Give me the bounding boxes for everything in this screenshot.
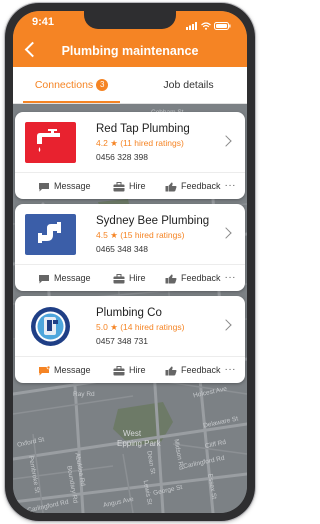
company-rating: 4.5 ★ (15 hired ratings) [96,230,185,240]
connection-card-red-tap[interactable]: Red Tap Plumbing 4.2 ★ (11 hired ratings… [15,112,245,199]
chevron-right-icon[interactable] [220,135,232,147]
message-icon [39,182,49,191]
message-icon [39,274,49,283]
star-icon: ★ [110,138,118,148]
briefcase-icon [113,365,125,375]
hire-button[interactable]: Hire [113,265,146,292]
connections-count-badge: 3 [96,79,109,91]
company-rating: 4.2 ★ (11 hired ratings) [96,138,184,148]
pipe-icon [38,222,61,243]
battery-icon [214,17,231,35]
tab-bar: Connections 3 Job details [13,67,247,104]
thumbs-up-icon [165,366,177,375]
tap-icon [37,129,60,152]
chevron-right-icon[interactable] [220,227,232,239]
map-label: Epping Park [117,439,161,448]
company-name: Sydney Bee Plumbing [96,215,210,227]
more-options-icon[interactable]: ··· [225,357,237,384]
hire-button[interactable]: Hire [113,357,146,384]
message-button[interactable]: Message [38,265,91,292]
sydney-bee-logo [25,214,76,255]
active-tab-indicator [23,101,120,103]
feedback-button[interactable]: Feedback [165,357,221,384]
thumbs-up-icon [165,182,177,191]
hire-button[interactable]: Hire [113,173,146,200]
status-time: 9:41 [32,16,55,28]
page-title: Plumbing maintenance [61,44,199,58]
tab-connections-label: Connections [34,79,94,91]
card-actions: Message Hire Feedback ··· [15,356,245,384]
connection-card-plumbing-co[interactable]: Plumbing Co 5.0 ★ (14 hired ratings) 045… [15,296,245,383]
company-rating: 5.0 ★ (14 hired ratings) [96,322,185,332]
company-phone: 0465 348 348 [96,244,148,254]
company-phone: 0457 348 731 [96,336,148,346]
signal-icon [186,17,198,35]
message-button[interactable]: Message [38,357,91,384]
status-icons [186,17,231,35]
company-phone: 0456 328 398 [96,152,148,162]
feedback-button[interactable]: Feedback [165,265,221,292]
message-unread-icon [39,365,50,375]
card-actions: Message Hire Feedback ··· [15,264,245,292]
card-actions: Message Hire Feedback ··· [15,172,245,200]
company-name: Plumbing Co [96,307,162,319]
map-label: West [123,429,142,438]
screen: Cobham St Ray Rd Holcest Ave Delaware St… [13,11,247,513]
star-icon: ★ [110,322,118,332]
star-icon: ★ [110,230,118,240]
more-options-icon[interactable]: ··· [225,173,237,200]
thumbs-up-icon [165,274,177,283]
more-options-icon[interactable]: ··· [225,265,237,292]
tab-job-details[interactable]: Job details [130,67,247,103]
briefcase-icon [113,181,125,191]
tab-job-details-label: Job details [163,79,214,91]
map-label: Ray Rd [73,391,95,398]
chevron-right-icon[interactable] [220,319,232,331]
plumbing-co-logo [25,306,76,347]
tab-connections[interactable]: Connections 3 [13,67,130,103]
plumbing-co-badge-icon [31,307,70,346]
company-name: Red Tap Plumbing [96,123,190,135]
connection-card-sydney-bee[interactable]: Sydney Bee Plumbing 4.5 ★ (15 hired rati… [15,204,245,291]
red-tap-logo [25,122,76,163]
phone-notch [84,11,176,29]
phone-frame: Cobham St Ray Rd Holcest Ave Delaware St… [5,3,255,521]
wifi-icon [201,17,211,35]
briefcase-icon [113,273,125,283]
feedback-button[interactable]: Feedback [165,173,221,200]
message-button[interactable]: Message [38,173,91,200]
